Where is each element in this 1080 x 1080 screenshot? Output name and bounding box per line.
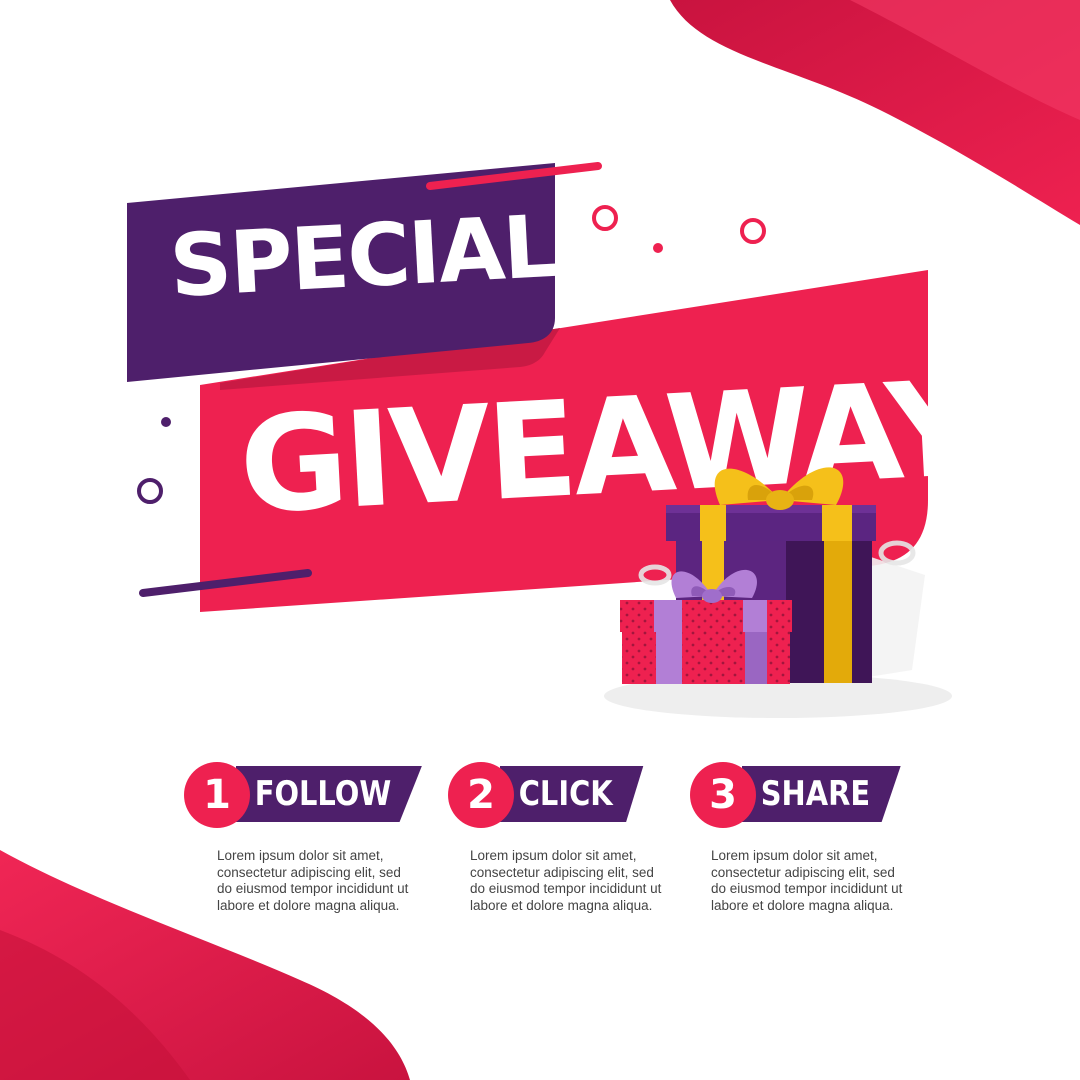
step-number-badge: 1 — [184, 762, 250, 828]
step-label-click: CLICK — [500, 766, 644, 822]
step-label-follow: FOLLOW — [236, 766, 422, 822]
step-description-share: Lorem ipsum dolor sit amet, consectetur … — [711, 848, 903, 913]
gifts-illustration — [604, 467, 952, 718]
step-follow: 1 FOLLOW — [184, 760, 422, 830]
step-number-badge: 2 — [448, 762, 514, 828]
step-description-click: Lorem ipsum dolor sit amet, consectetur … — [470, 848, 662, 913]
step-label-share: SHARE — [742, 766, 901, 822]
step-description-follow: Lorem ipsum dolor sit amet, consectetur … — [217, 848, 409, 913]
giveaway-poster: SPECIAL GIVEAWAY 1 FOLLOW 2 CLICK 3 SHAR… — [0, 0, 1080, 1080]
step-number-badge: 3 — [690, 762, 756, 828]
step-click: 2 CLICK — [448, 760, 678, 830]
step-share: 3 SHARE — [690, 760, 920, 830]
